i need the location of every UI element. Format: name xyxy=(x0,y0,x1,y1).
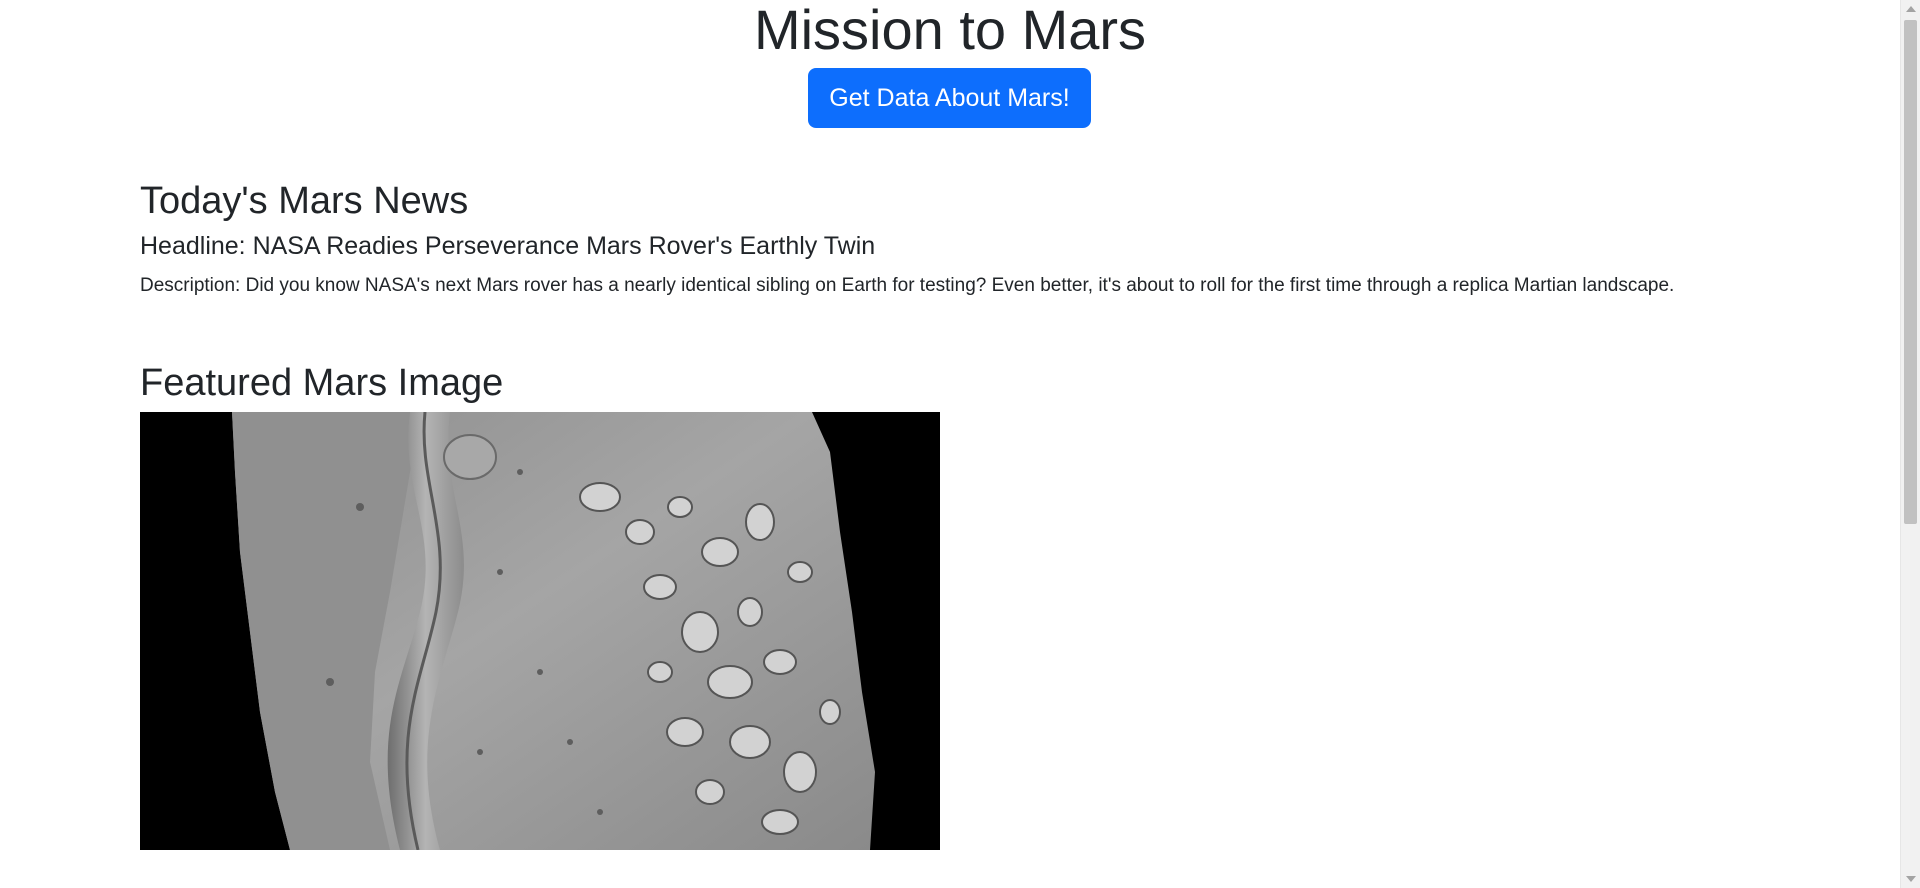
news-heading: Today's Mars News xyxy=(140,180,469,222)
browser-viewport: Mission to Mars Get Data About Mars! Tod… xyxy=(0,0,1920,888)
news-headline: Headline: NASA Readies Perseverance Mars… xyxy=(140,232,876,260)
news-description: Description: Did you know NASA's next Ma… xyxy=(140,275,1675,296)
vertical-scrollbar[interactable] xyxy=(1900,0,1920,888)
page-title: Mission to Mars xyxy=(753,0,1147,61)
mars-surface-graphic xyxy=(140,412,940,850)
get-data-button[interactable]: Get Data About Mars! xyxy=(808,68,1091,128)
chevron-up-icon[interactable] xyxy=(1906,6,1916,12)
featured-mars-image xyxy=(140,412,940,850)
scrollbar-thumb[interactable] xyxy=(1904,20,1917,524)
page-content: Mission to Mars Get Data About Mars! Tod… xyxy=(0,0,1900,888)
chevron-down-icon[interactable] xyxy=(1906,876,1916,882)
featured-image-heading: Featured Mars Image xyxy=(140,362,504,404)
